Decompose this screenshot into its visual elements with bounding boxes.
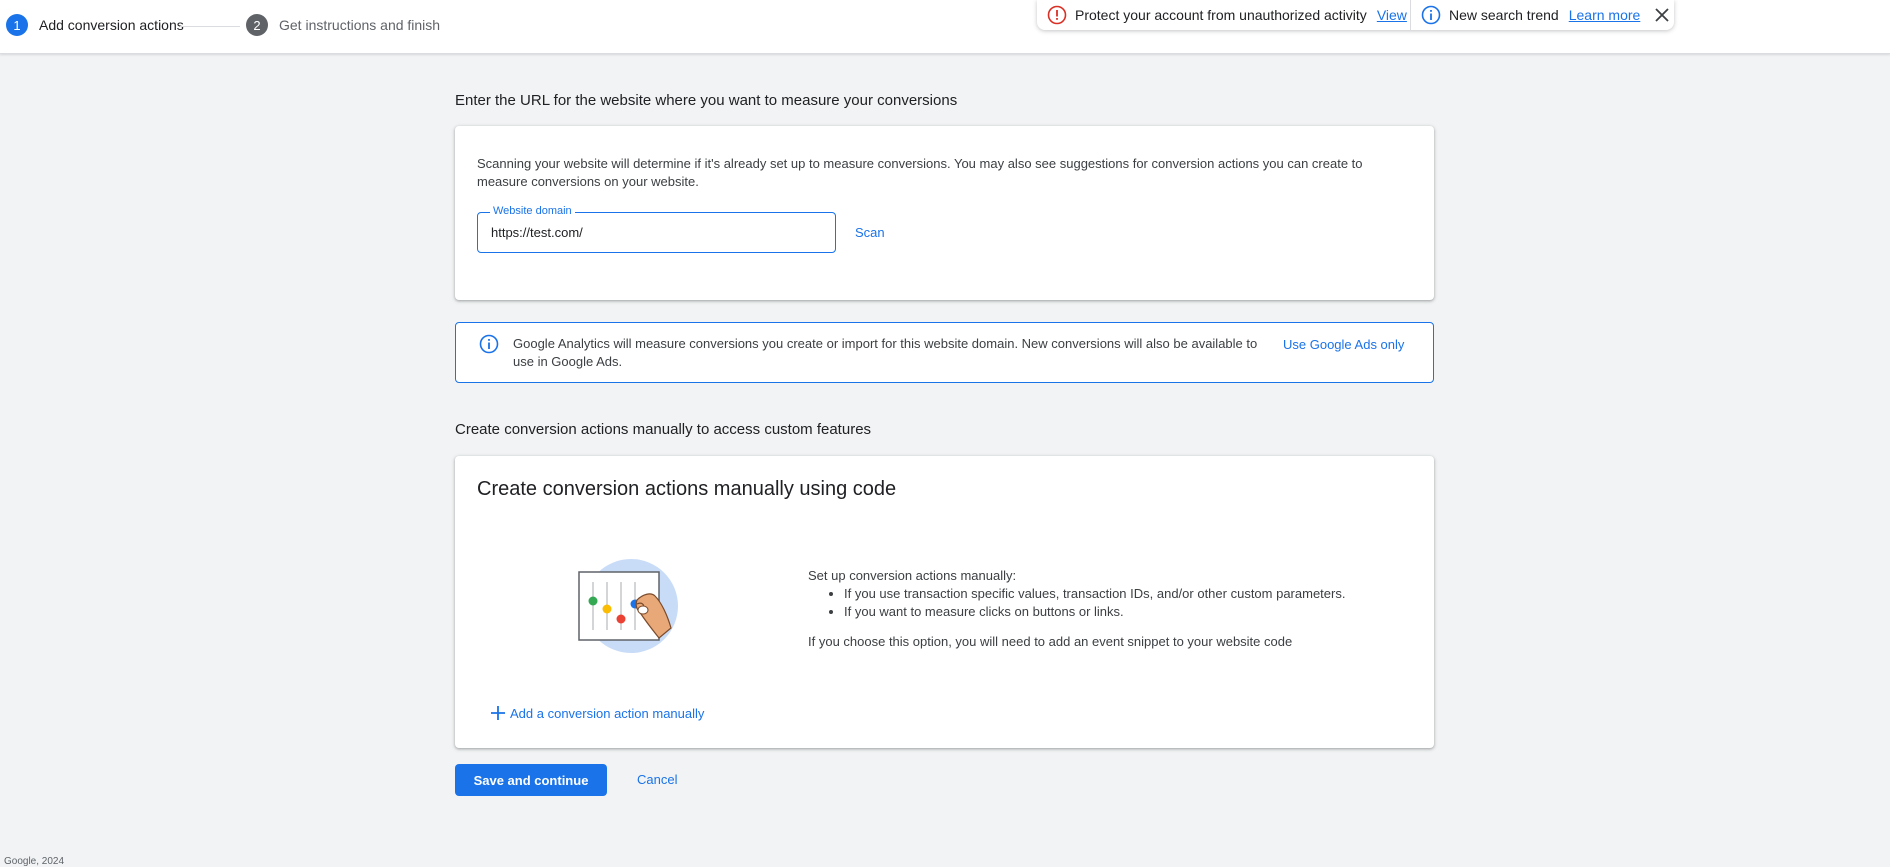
manual-setup-list: If you use transaction specific values, … xyxy=(808,585,1345,621)
trend-notification: New search trend Learn more xyxy=(1411,0,1670,30)
manual-section-title: Create conversion actions manually to ac… xyxy=(455,421,872,438)
add-conversion-action-button[interactable]: Add a conversion action manually xyxy=(490,705,704,721)
step-1-label: Add conversion actions xyxy=(39,17,184,33)
security-notification: Protect your account from unauthorized a… xyxy=(1037,0,1411,30)
scan-description: Scanning your website will determine if … xyxy=(477,156,1363,189)
analytics-info-banner: Google Analytics will measure conversion… xyxy=(455,322,1434,383)
info-icon xyxy=(479,334,499,359)
website-domain-field[interactable]: Website domain xyxy=(477,205,836,253)
list-item: If you use transaction specific values, … xyxy=(844,585,1345,603)
manual-setup-details: Set up conversion actions manually: If y… xyxy=(808,567,1345,651)
security-notification-text: Protect your account from unauthorized a… xyxy=(1075,7,1367,23)
error-icon xyxy=(1047,5,1067,25)
info-icon xyxy=(1421,5,1441,25)
manual-card-heading: Create conversion actions manually using… xyxy=(477,478,897,500)
save-and-continue-button[interactable]: Save and continue xyxy=(455,764,607,796)
top-bar: 1 Add conversion actions 2 Get instructi… xyxy=(0,0,1890,54)
scan-button[interactable]: Scan xyxy=(855,225,885,240)
learn-more-link[interactable]: Learn more xyxy=(1569,7,1641,23)
step-get-instructions[interactable]: 2 Get instructions and finish xyxy=(246,14,440,36)
add-conversion-action-label: Add a conversion action manually xyxy=(510,705,705,721)
trend-notification-text: New search trend xyxy=(1449,7,1559,23)
view-link[interactable]: View xyxy=(1377,7,1407,23)
manual-setup-intro: Set up conversion actions manually: xyxy=(808,568,1017,583)
list-item: If you want to measure clicks on buttons… xyxy=(844,603,1345,621)
notification-bar: Protect your account from unauthorized a… xyxy=(1037,0,1674,30)
cancel-button[interactable]: Cancel xyxy=(637,772,677,787)
manual-conversion-card: Create conversion actions manually using… xyxy=(455,456,1434,748)
manual-setup-note: If you choose this option, you will need… xyxy=(808,634,1293,649)
website-domain-label: Website domain xyxy=(490,205,575,217)
website-section-title: Enter the URL for the website where you … xyxy=(455,92,958,109)
footer-copyright: Google, 2024 xyxy=(4,856,65,867)
analytics-info-text: Google Analytics will measure conversion… xyxy=(513,336,1258,369)
step-connector xyxy=(180,26,240,27)
step-1-number: 1 xyxy=(6,14,28,36)
sliders-illustration xyxy=(571,558,691,673)
website-domain-card: Scanning your website will determine if … xyxy=(455,126,1434,300)
step-add-conversion-actions[interactable]: 1 Add conversion actions xyxy=(6,14,184,36)
website-domain-input[interactable] xyxy=(491,225,821,240)
step-2-label: Get instructions and finish xyxy=(279,17,441,33)
plus-icon xyxy=(490,705,506,721)
close-icon[interactable] xyxy=(1654,7,1670,23)
step-2-number: 2 xyxy=(246,14,268,36)
use-google-ads-only-button[interactable]: Use Google Ads only xyxy=(1283,337,1404,352)
